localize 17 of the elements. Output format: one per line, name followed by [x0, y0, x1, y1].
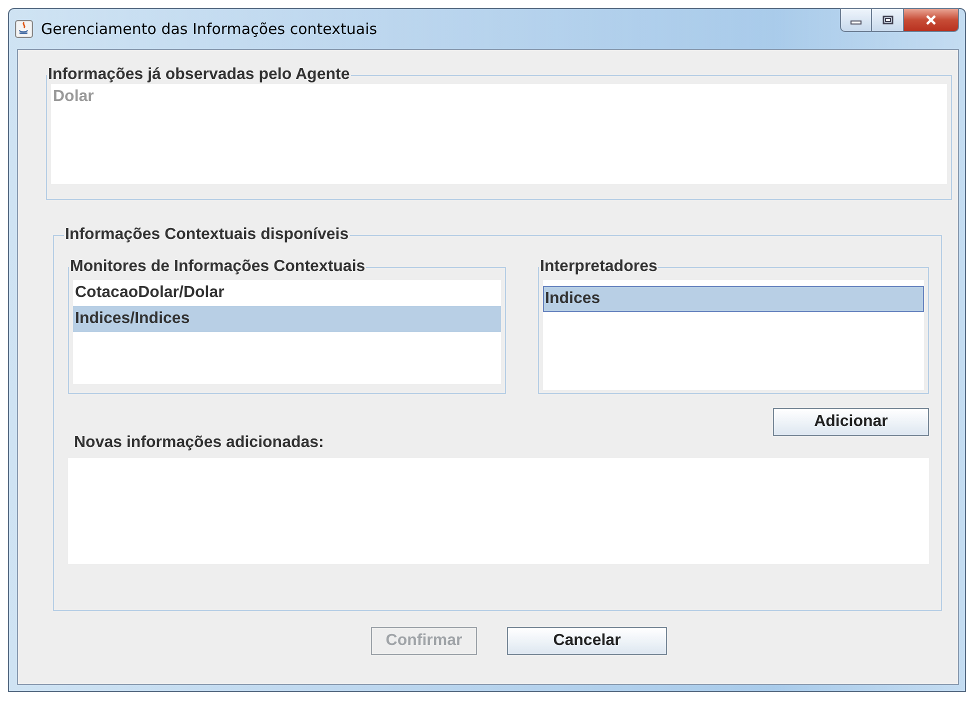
minimize-button[interactable] [840, 8, 872, 32]
maximize-button[interactable] [872, 8, 904, 32]
group-title: Informações já observadas pelo Agente [47, 66, 351, 84]
cancel-button[interactable]: Cancelar [507, 627, 667, 655]
group-title: Informações Contextuais disponíveis [64, 226, 350, 244]
group-title: Interpretadores [539, 258, 658, 276]
java-cup-icon [15, 20, 33, 38]
close-icon [924, 14, 938, 26]
maximize-icon [882, 15, 894, 25]
add-button[interactable]: Adicionar [773, 408, 929, 436]
list-item[interactable]: Indices/Indices [73, 306, 501, 332]
new-info-label: Novas informações adicionadas: [74, 434, 325, 452]
window-title: Gerenciamento das Informações contextuais [41, 20, 378, 38]
close-button[interactable] [904, 8, 959, 32]
list-item[interactable]: Indices [543, 286, 924, 312]
group-title: Monitores de Informações Contextuais [69, 258, 366, 276]
list-item[interactable]: CotacaoDolar/Dolar [73, 280, 501, 306]
